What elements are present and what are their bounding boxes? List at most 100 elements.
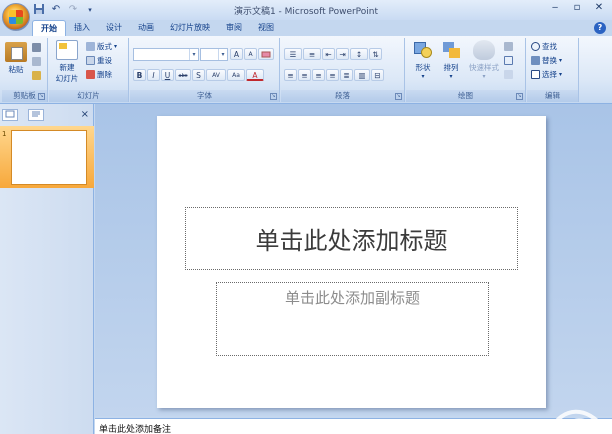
tab-home[interactable]: 开始 — [32, 20, 66, 36]
new-slide-label-2: 幻灯片 — [55, 74, 79, 83]
font-color-button[interactable]: A — [246, 69, 264, 81]
decrease-indent-icon[interactable]: ⇤ — [322, 48, 335, 60]
fill-icon — [504, 42, 513, 51]
find-icon — [531, 42, 540, 51]
restore-button[interactable]: ▫ — [566, 0, 588, 16]
distributed-icon[interactable]: ≣ — [340, 69, 353, 81]
text-direction-icon[interactable]: ⇅ — [369, 48, 382, 60]
align-tools: ≡ ≡ ≡ ≡ ≣ ▥ ⊟ — [284, 69, 384, 81]
grow-font-button[interactable]: A — [230, 48, 243, 60]
bold-button[interactable]: B — [133, 69, 146, 81]
strikethrough-button[interactable]: abc — [175, 69, 191, 81]
copy-button[interactable] — [32, 56, 41, 67]
chevron-down-icon: ▾ — [218, 49, 227, 60]
tab-review[interactable]: 审阅 — [218, 20, 250, 36]
align-right-icon[interactable]: ≡ — [312, 69, 325, 81]
quick-styles-label: 快速样式 — [469, 63, 499, 72]
list-tools: ☰ ≡ ⇤ ⇥ ↕ ⇅ — [284, 48, 382, 60]
close-pane-icon[interactable]: × — [81, 109, 89, 120]
cut-button[interactable] — [32, 42, 41, 53]
reset-button[interactable]: 重设 — [86, 55, 112, 66]
paste-icon — [5, 42, 27, 62]
shapes-label: 形状 — [415, 63, 431, 72]
ribbon-tabs: 开始 插入 设计 动画 幻灯片放映 审阅 视图 — [32, 20, 282, 36]
subtitle-placeholder-text: 单击此处添加副标题 — [284, 289, 420, 307]
find-button[interactable]: 查找 — [531, 41, 557, 52]
arrange-button[interactable]: 排列 ▾ — [438, 40, 464, 80]
quick-styles-icon — [473, 40, 495, 60]
delete-label: 删除 — [97, 70, 112, 79]
new-slide-button[interactable]: 新建 幻灯片 — [51, 40, 83, 84]
tab-insert[interactable]: 插入 — [66, 20, 98, 36]
clear-formatting-button[interactable] — [258, 48, 274, 60]
tab-slideshow[interactable]: 幻灯片放映 — [162, 20, 218, 36]
underline-button[interactable]: U — [161, 69, 174, 81]
help-icon[interactable]: ? — [594, 22, 606, 34]
numbering-icon[interactable]: ≡ — [303, 48, 321, 60]
paste-label: 粘贴 — [8, 65, 24, 74]
text-shadow-button[interactable]: S — [192, 69, 205, 81]
tab-animations[interactable]: 动画 — [130, 20, 162, 36]
bullets-icon[interactable]: ☰ — [284, 48, 302, 60]
window-title: 演示文稿1 - Microsoft PowerPoint — [233, 7, 379, 17]
increase-indent-icon[interactable]: ⇥ — [336, 48, 349, 60]
paste-button[interactable]: 粘贴 — [4, 42, 28, 75]
quick-styles-button[interactable]: 快速样式 ▾ — [466, 40, 502, 80]
new-slide-icon — [56, 40, 78, 60]
font-size-combo[interactable]: ▾ — [200, 48, 228, 61]
clipboard-launcher-icon[interactable]: ↘ — [38, 93, 45, 100]
align-center-icon[interactable]: ≡ — [298, 69, 311, 81]
tab-slides[interactable] — [2, 109, 18, 121]
format-painter-button[interactable] — [32, 70, 41, 81]
arrange-label: 排列 — [443, 63, 459, 72]
title-placeholder[interactable]: 单击此处添加标题 — [185, 207, 518, 270]
minimize-button[interactable]: ‒ — [544, 0, 566, 16]
slide-canvas[interactable]: 单击此处添加标题 单击此处添加副标题 — [157, 116, 546, 408]
clear-format-tools — [258, 48, 274, 60]
font-size-tools: A A — [230, 48, 257, 60]
office-logo-icon — [9, 10, 23, 24]
replace-label: 替换 — [542, 56, 557, 65]
shape-effects-button[interactable] — [504, 69, 513, 80]
subtitle-placeholder[interactable]: 单击此处添加副标题 — [216, 282, 489, 356]
tab-view[interactable]: 视图 — [250, 20, 282, 36]
italic-button[interactable]: I — [147, 69, 160, 81]
select-button[interactable]: 选择 ▾ — [531, 69, 562, 80]
layout-button[interactable]: 版式 ▾ — [86, 41, 117, 52]
window-controls: ‒ ▫ ✕ — [544, 0, 610, 16]
reset-icon — [86, 56, 95, 65]
close-button[interactable]: ✕ — [588, 0, 610, 16]
align-left-icon[interactable]: ≡ — [284, 69, 297, 81]
tab-design[interactable]: 设计 — [98, 20, 130, 36]
shrink-font-button[interactable]: A — [244, 48, 257, 60]
font-group: ▾ ▾ A A B I U abc S AV Aa A 字体 ↘ — [130, 38, 280, 102]
editing-group-label: 编辑 — [527, 90, 578, 102]
columns-icon[interactable]: ▥ — [354, 69, 370, 81]
slides-pane: × 1 — [0, 104, 94, 434]
font-launcher-icon[interactable]: ↘ — [270, 93, 277, 100]
layout-label: 版式 — [97, 42, 112, 51]
character-spacing-button[interactable]: AV — [206, 69, 226, 81]
align-text-icon[interactable]: ⊟ — [371, 69, 384, 81]
shapes-button[interactable]: 形状 ▾ — [410, 40, 436, 80]
shape-outline-button[interactable] — [504, 55, 513, 66]
clipboard-group: 粘贴 剪贴板 ↘ — [2, 38, 48, 102]
slide-number: 1 — [2, 130, 7, 138]
slide-thumbnail[interactable] — [11, 130, 87, 185]
replace-button[interactable]: 替换 ▾ — [531, 55, 562, 66]
shape-fill-button[interactable] — [504, 41, 513, 52]
effects-icon — [504, 70, 513, 79]
notes-pane[interactable]: 单击此处添加备注 — [95, 418, 612, 434]
justify-icon[interactable]: ≡ — [326, 69, 339, 81]
line-spacing-icon[interactable]: ↕ — [350, 48, 368, 60]
delete-slide-button[interactable]: 删除 — [86, 69, 112, 80]
change-case-button[interactable]: Aa — [227, 69, 245, 81]
font-name-combo[interactable]: ▾ — [133, 48, 199, 61]
paragraph-group: ☰ ≡ ⇤ ⇥ ↕ ⇅ ≡ ≡ ≡ ≡ ≣ ▥ ⊟ 段落 ↘ — [281, 38, 405, 102]
office-button[interactable] — [2, 3, 30, 31]
drawing-launcher-icon[interactable]: ↘ — [516, 93, 523, 100]
tab-outline[interactable] — [28, 109, 44, 121]
copy-icon — [32, 57, 41, 66]
paragraph-launcher-icon[interactable]: ↘ — [395, 93, 402, 100]
layout-icon — [86, 42, 95, 51]
